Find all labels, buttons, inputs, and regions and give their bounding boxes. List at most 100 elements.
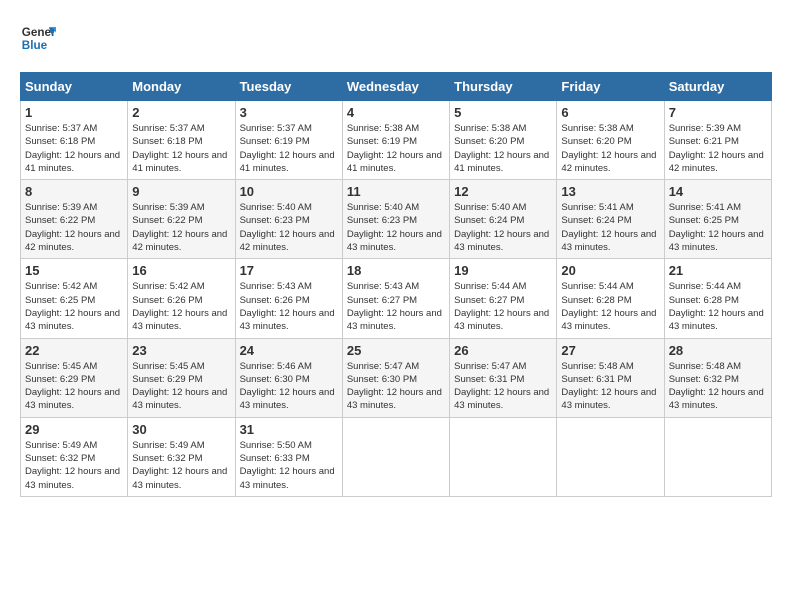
day-info: Sunrise: 5:43 AM Sunset: 6:27 PM Dayligh… — [347, 280, 445, 333]
day-info: Sunrise: 5:43 AM Sunset: 6:26 PM Dayligh… — [240, 280, 338, 333]
calendar-cell: 4 Sunrise: 5:38 AM Sunset: 6:19 PM Dayli… — [342, 101, 449, 180]
day-info: Sunrise: 5:37 AM Sunset: 6:18 PM Dayligh… — [132, 122, 230, 175]
day-number: 24 — [240, 343, 338, 358]
day-info: Sunrise: 5:42 AM Sunset: 6:26 PM Dayligh… — [132, 280, 230, 333]
day-number: 16 — [132, 263, 230, 278]
day-number: 7 — [669, 105, 767, 120]
day-number: 2 — [132, 105, 230, 120]
day-info: Sunrise: 5:48 AM Sunset: 6:31 PM Dayligh… — [561, 360, 659, 413]
calendar-cell: 23 Sunrise: 5:45 AM Sunset: 6:29 PM Dayl… — [128, 338, 235, 417]
day-info: Sunrise: 5:37 AM Sunset: 6:19 PM Dayligh… — [240, 122, 338, 175]
day-number: 8 — [25, 184, 123, 199]
day-number: 6 — [561, 105, 659, 120]
day-info: Sunrise: 5:49 AM Sunset: 6:32 PM Dayligh… — [25, 439, 123, 492]
weekday-header-friday: Friday — [557, 73, 664, 101]
day-info: Sunrise: 5:48 AM Sunset: 6:32 PM Dayligh… — [669, 360, 767, 413]
weekday-header-sunday: Sunday — [21, 73, 128, 101]
day-number: 29 — [25, 422, 123, 437]
weekday-header-monday: Monday — [128, 73, 235, 101]
day-info: Sunrise: 5:46 AM Sunset: 6:30 PM Dayligh… — [240, 360, 338, 413]
calendar-cell: 16 Sunrise: 5:42 AM Sunset: 6:26 PM Dayl… — [128, 259, 235, 338]
logo: General Blue — [20, 20, 56, 56]
calendar-cell: 10 Sunrise: 5:40 AM Sunset: 6:23 PM Dayl… — [235, 180, 342, 259]
day-info: Sunrise: 5:38 AM Sunset: 6:20 PM Dayligh… — [561, 122, 659, 175]
calendar-cell: 24 Sunrise: 5:46 AM Sunset: 6:30 PM Dayl… — [235, 338, 342, 417]
day-number: 15 — [25, 263, 123, 278]
day-number: 19 — [454, 263, 552, 278]
calendar-week-3: 15 Sunrise: 5:42 AM Sunset: 6:25 PM Dayl… — [21, 259, 772, 338]
calendar-week-2: 8 Sunrise: 5:39 AM Sunset: 6:22 PM Dayli… — [21, 180, 772, 259]
calendar-cell: 8 Sunrise: 5:39 AM Sunset: 6:22 PM Dayli… — [21, 180, 128, 259]
day-info: Sunrise: 5:49 AM Sunset: 6:32 PM Dayligh… — [132, 439, 230, 492]
calendar-cell — [557, 417, 664, 496]
day-number: 26 — [454, 343, 552, 358]
day-number: 31 — [240, 422, 338, 437]
weekday-header-saturday: Saturday — [664, 73, 771, 101]
day-info: Sunrise: 5:40 AM Sunset: 6:24 PM Dayligh… — [454, 201, 552, 254]
calendar-cell — [664, 417, 771, 496]
calendar-cell: 20 Sunrise: 5:44 AM Sunset: 6:28 PM Dayl… — [557, 259, 664, 338]
day-number: 13 — [561, 184, 659, 199]
day-info: Sunrise: 5:40 AM Sunset: 6:23 PM Dayligh… — [240, 201, 338, 254]
calendar-cell: 1 Sunrise: 5:37 AM Sunset: 6:18 PM Dayli… — [21, 101, 128, 180]
calendar-cell: 25 Sunrise: 5:47 AM Sunset: 6:30 PM Dayl… — [342, 338, 449, 417]
calendar-table: SundayMondayTuesdayWednesdayThursdayFrid… — [20, 72, 772, 497]
svg-text:Blue: Blue — [22, 39, 48, 52]
calendar-cell: 11 Sunrise: 5:40 AM Sunset: 6:23 PM Dayl… — [342, 180, 449, 259]
day-info: Sunrise: 5:38 AM Sunset: 6:20 PM Dayligh… — [454, 122, 552, 175]
weekday-header-row: SundayMondayTuesdayWednesdayThursdayFrid… — [21, 73, 772, 101]
day-info: Sunrise: 5:50 AM Sunset: 6:33 PM Dayligh… — [240, 439, 338, 492]
calendar-cell: 28 Sunrise: 5:48 AM Sunset: 6:32 PM Dayl… — [664, 338, 771, 417]
logo-icon: General Blue — [20, 20, 56, 56]
calendar-cell: 13 Sunrise: 5:41 AM Sunset: 6:24 PM Dayl… — [557, 180, 664, 259]
calendar-cell: 21 Sunrise: 5:44 AM Sunset: 6:28 PM Dayl… — [664, 259, 771, 338]
calendar-cell: 15 Sunrise: 5:42 AM Sunset: 6:25 PM Dayl… — [21, 259, 128, 338]
calendar-cell: 26 Sunrise: 5:47 AM Sunset: 6:31 PM Dayl… — [450, 338, 557, 417]
calendar-cell: 9 Sunrise: 5:39 AM Sunset: 6:22 PM Dayli… — [128, 180, 235, 259]
calendar-cell: 31 Sunrise: 5:50 AM Sunset: 6:33 PM Dayl… — [235, 417, 342, 496]
calendar-week-4: 22 Sunrise: 5:45 AM Sunset: 6:29 PM Dayl… — [21, 338, 772, 417]
day-number: 11 — [347, 184, 445, 199]
calendar-cell: 2 Sunrise: 5:37 AM Sunset: 6:18 PM Dayli… — [128, 101, 235, 180]
calendar-cell: 3 Sunrise: 5:37 AM Sunset: 6:19 PM Dayli… — [235, 101, 342, 180]
day-number: 10 — [240, 184, 338, 199]
day-number: 4 — [347, 105, 445, 120]
weekday-header-wednesday: Wednesday — [342, 73, 449, 101]
calendar-cell — [342, 417, 449, 496]
calendar-cell: 29 Sunrise: 5:49 AM Sunset: 6:32 PM Dayl… — [21, 417, 128, 496]
calendar-cell: 18 Sunrise: 5:43 AM Sunset: 6:27 PM Dayl… — [342, 259, 449, 338]
day-info: Sunrise: 5:40 AM Sunset: 6:23 PM Dayligh… — [347, 201, 445, 254]
day-number: 1 — [25, 105, 123, 120]
weekday-header-thursday: Thursday — [450, 73, 557, 101]
calendar-cell: 7 Sunrise: 5:39 AM Sunset: 6:21 PM Dayli… — [664, 101, 771, 180]
calendar-cell: 5 Sunrise: 5:38 AM Sunset: 6:20 PM Dayli… — [450, 101, 557, 180]
day-number: 27 — [561, 343, 659, 358]
day-info: Sunrise: 5:39 AM Sunset: 6:22 PM Dayligh… — [25, 201, 123, 254]
day-number: 18 — [347, 263, 445, 278]
day-number: 25 — [347, 343, 445, 358]
day-info: Sunrise: 5:39 AM Sunset: 6:21 PM Dayligh… — [669, 122, 767, 175]
day-number: 22 — [25, 343, 123, 358]
day-info: Sunrise: 5:37 AM Sunset: 6:18 PM Dayligh… — [25, 122, 123, 175]
calendar-cell: 6 Sunrise: 5:38 AM Sunset: 6:20 PM Dayli… — [557, 101, 664, 180]
day-number: 3 — [240, 105, 338, 120]
day-info: Sunrise: 5:47 AM Sunset: 6:30 PM Dayligh… — [347, 360, 445, 413]
day-info: Sunrise: 5:42 AM Sunset: 6:25 PM Dayligh… — [25, 280, 123, 333]
day-number: 28 — [669, 343, 767, 358]
day-info: Sunrise: 5:39 AM Sunset: 6:22 PM Dayligh… — [132, 201, 230, 254]
day-info: Sunrise: 5:41 AM Sunset: 6:25 PM Dayligh… — [669, 201, 767, 254]
calendar-cell — [450, 417, 557, 496]
day-info: Sunrise: 5:45 AM Sunset: 6:29 PM Dayligh… — [25, 360, 123, 413]
day-number: 23 — [132, 343, 230, 358]
calendar-cell: 27 Sunrise: 5:48 AM Sunset: 6:31 PM Dayl… — [557, 338, 664, 417]
day-number: 30 — [132, 422, 230, 437]
day-number: 21 — [669, 263, 767, 278]
day-info: Sunrise: 5:38 AM Sunset: 6:19 PM Dayligh… — [347, 122, 445, 175]
day-info: Sunrise: 5:44 AM Sunset: 6:28 PM Dayligh… — [561, 280, 659, 333]
day-number: 20 — [561, 263, 659, 278]
day-info: Sunrise: 5:47 AM Sunset: 6:31 PM Dayligh… — [454, 360, 552, 413]
calendar-cell: 14 Sunrise: 5:41 AM Sunset: 6:25 PM Dayl… — [664, 180, 771, 259]
calendar-cell: 19 Sunrise: 5:44 AM Sunset: 6:27 PM Dayl… — [450, 259, 557, 338]
calendar-cell: 30 Sunrise: 5:49 AM Sunset: 6:32 PM Dayl… — [128, 417, 235, 496]
page-header: General Blue — [20, 20, 772, 56]
